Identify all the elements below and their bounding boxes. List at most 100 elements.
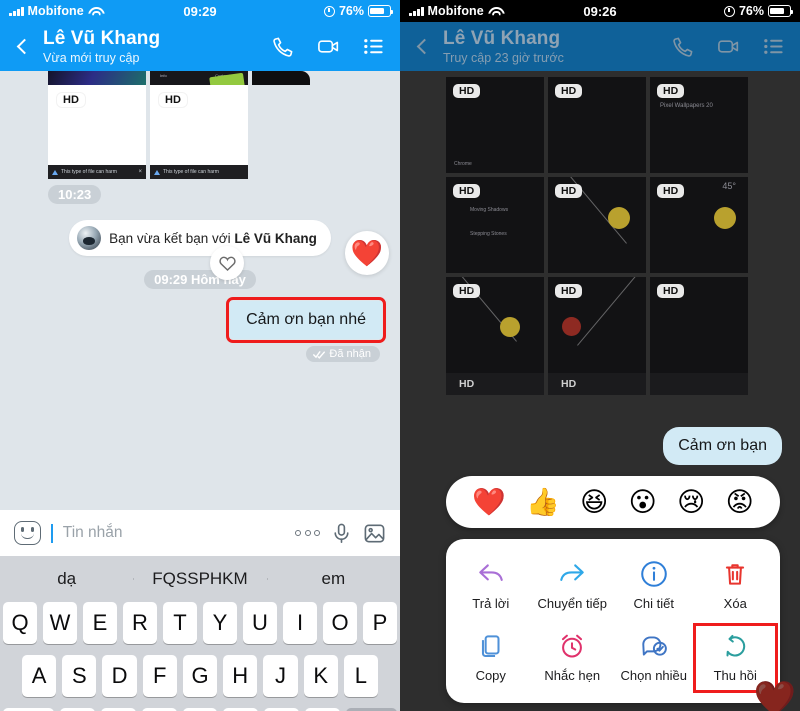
chat-thread[interactable]: HD Chrome HD HD Pixel Wallpapers 20 HD M…: [400, 71, 800, 711]
grid-image-cell[interactable]: HD: [446, 277, 544, 373]
reaction-wow[interactable]: 😮: [629, 488, 657, 516]
outgoing-message-row: Cảm ơn bạn: [663, 427, 782, 465]
action-copy[interactable]: Copy: [450, 625, 532, 691]
reaction-angry[interactable]: 😡: [726, 488, 754, 516]
phone-icon[interactable]: [672, 35, 695, 58]
smiley-icon[interactable]: [14, 521, 41, 545]
suggestion-item[interactable]: dạ: [0, 569, 133, 589]
grid-caption: Pixel Wallpapers 20: [660, 103, 713, 109]
file-warning-bar: This type of file can harm ×: [48, 165, 146, 179]
forward-arrow-icon: [560, 564, 585, 581]
reaction-laugh[interactable]: 😆: [580, 488, 608, 516]
warning-triangle-icon: [154, 169, 160, 175]
list-menu-icon[interactable]: [362, 35, 385, 58]
photo-icon[interactable]: [363, 522, 386, 545]
key-r[interactable]: R: [123, 602, 157, 644]
action-details[interactable]: Chi tiết: [613, 553, 695, 619]
key-l[interactable]: L: [343, 655, 378, 697]
grid-image-cell[interactable]: HD Pixel Wallpapers 20: [650, 77, 748, 173]
image-grid-partial-row: HD HD: [400, 373, 800, 395]
outgoing-message-bubble[interactable]: Cảm ơn bạn nhé: [226, 297, 386, 343]
chat-nav-bar: Lê Vũ Khang Truy cập 23 giờ trước: [400, 22, 800, 71]
action-delete[interactable]: Xóa: [695, 553, 777, 619]
grid-image-cell[interactable]: HD: [650, 277, 748, 373]
message-action-menu[interactable]: Trả lời Chuyển tiếp Chi tiết Xóa Copy Nh…: [446, 539, 780, 703]
grid-image-cell[interactable]: HD 45°: [650, 177, 748, 273]
grid-image-cell[interactable]: HD: [446, 373, 544, 395]
chat-thread[interactable]: HD This type of file can harm × Info Cus…: [0, 71, 400, 711]
video-camera-icon[interactable]: [717, 35, 740, 58]
attachment-card[interactable]: Info Customize HD This type of file can …: [150, 71, 248, 179]
key-t[interactable]: T: [163, 602, 197, 644]
virtual-keyboard[interactable]: dạ FQSSPHKM em Q W E R T Y U I O P A S D…: [0, 556, 400, 711]
key-a[interactable]: A: [22, 655, 57, 697]
attachment-group[interactable]: HD This type of file can harm × Info Cus…: [0, 71, 400, 179]
grid-image-cell[interactable]: HD Chrome: [446, 77, 544, 173]
video-camera-icon[interactable]: [317, 35, 340, 58]
reaction-heart-outline-button[interactable]: [210, 246, 244, 280]
reaction-heart[interactable]: ❤️: [472, 488, 506, 516]
grid-image-cell[interactable]: HD: [548, 77, 646, 173]
key-g[interactable]: G: [182, 655, 218, 697]
key-e[interactable]: E: [83, 602, 117, 644]
action-label: Chi tiết: [633, 596, 674, 611]
heart-sticker: ❤️: [753, 680, 796, 711]
system-text-prefix: Bạn vừa kết bạn với: [109, 230, 235, 246]
attachment-preview-top: [48, 71, 146, 85]
grid-image-cell[interactable]: HD Moving Shadows Stepping Stones: [446, 177, 544, 273]
nav-actions: [672, 35, 789, 58]
close-icon[interactable]: ×: [138, 169, 142, 175]
back-button[interactable]: [411, 38, 437, 55]
key-f[interactable]: F: [142, 655, 177, 697]
action-reply[interactable]: Trả lời: [450, 553, 532, 619]
suggestion-item[interactable]: FQSSPHKM: [133, 569, 266, 589]
reaction-cry[interactable]: 😢: [677, 488, 705, 516]
key-s[interactable]: S: [62, 655, 97, 697]
action-remind[interactable]: Nhắc hẹn: [532, 625, 614, 691]
hd-badge: HD: [453, 84, 481, 98]
contact-header[interactable]: Lê Vũ Khang Vừa mới truy cập: [43, 28, 272, 64]
grid-image-cell[interactable]: HD: [548, 177, 646, 273]
suggestion-item[interactable]: em: [266, 569, 400, 589]
key-k[interactable]: K: [303, 655, 338, 697]
attachment-card-partial[interactable]: [252, 71, 310, 179]
outgoing-message-bubble[interactable]: Cảm ơn bạn: [663, 427, 782, 465]
reaction-picker-bar[interactable]: ❤️ 👍 😆 😮 😢 😡: [446, 476, 780, 528]
key-j[interactable]: J: [263, 655, 298, 697]
key-p[interactable]: P: [363, 602, 397, 644]
attachment-card[interactable]: HD This type of file can harm ×: [48, 71, 146, 179]
hd-badge: HD: [555, 284, 583, 298]
trash-icon: [726, 564, 745, 585]
battery-icon: [768, 5, 794, 17]
date-separator-row: 09:29 Hôm nay: [0, 270, 400, 289]
microphone-icon[interactable]: [330, 522, 353, 545]
key-u[interactable]: U: [243, 602, 277, 644]
grid-caption: Chrome: [454, 161, 472, 167]
grid-image-cell[interactable]: [650, 373, 748, 395]
action-label: Thu hồi: [713, 668, 757, 683]
message-input-bar[interactable]: Tin nhắn: [0, 510, 400, 556]
key-h[interactable]: H: [223, 655, 258, 697]
action-forward[interactable]: Chuyển tiếp: [532, 553, 614, 619]
contact-header[interactable]: Lê Vũ Khang Truy cập 23 giờ trước: [443, 28, 672, 64]
message-input-placeholder[interactable]: Tin nhắn: [63, 524, 285, 542]
list-menu-icon[interactable]: [762, 35, 785, 58]
grid-image-cell[interactable]: HD: [548, 373, 646, 395]
grid-image-cell[interactable]: HD: [548, 277, 646, 373]
more-dots-icon[interactable]: [295, 530, 320, 536]
key-y[interactable]: Y: [203, 602, 237, 644]
contact-status: Truy cập 23 giờ trước: [443, 50, 564, 65]
action-select-multiple[interactable]: Chọn nhiều: [613, 625, 695, 691]
key-w[interactable]: W: [43, 602, 77, 644]
reaction-heart-red[interactable]: ❤️: [345, 231, 389, 275]
key-q[interactable]: Q: [3, 602, 37, 644]
key-o[interactable]: O: [323, 602, 357, 644]
phone-icon[interactable]: [272, 35, 295, 58]
reaction-thumbsup[interactable]: 👍: [526, 488, 560, 516]
key-i[interactable]: I: [283, 602, 317, 644]
action-label: Xóa: [723, 596, 747, 611]
back-button[interactable]: [11, 38, 37, 55]
key-d[interactable]: D: [102, 655, 137, 697]
status-bar: Mobifone 09:29 76%: [0, 0, 400, 22]
action-label: Chuyển tiếp: [537, 596, 607, 611]
